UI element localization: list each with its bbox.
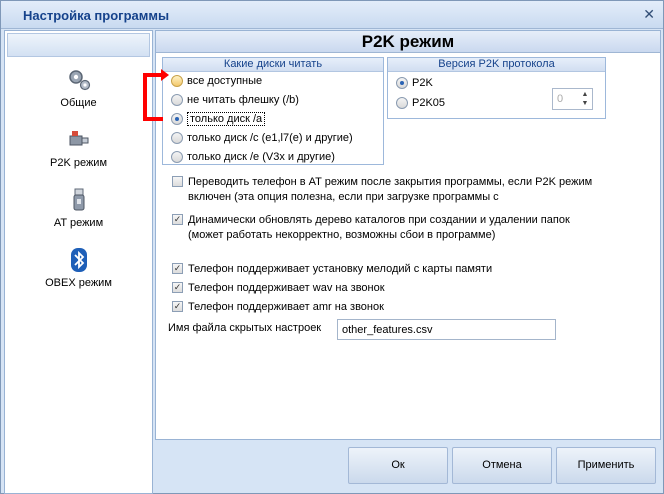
- checkbox-label: Переводить телефон в AT режим после закр…: [188, 176, 593, 203]
- sidebar-item-p2k[interactable]: P2K режим: [5, 127, 152, 183]
- radio-label: не читать флешку (/b): [187, 94, 299, 107]
- settings-window: Настройка программы ✕ Общие P2K режим AT…: [0, 0, 664, 494]
- radio-disk-a[interactable]: только диск /a: [171, 112, 266, 129]
- radio-all-disks[interactable]: все доступные: [171, 75, 262, 91]
- page-title: P2K режим: [156, 31, 660, 53]
- radio-label: P2K05: [412, 97, 446, 110]
- checkbox-label: Телефон поддерживает wav на звонок: [188, 282, 385, 294]
- settings-panel: P2K режим Какие диски читать все доступн…: [155, 30, 661, 440]
- window-title: Настройка программы: [23, 8, 170, 23]
- radio-label: только диск /e (V3x и другие): [187, 151, 335, 164]
- protocol-spinner[interactable]: 0 ▲ ▼: [552, 88, 593, 110]
- sidebar-item-label: AT режим: [53, 217, 104, 229]
- sidebar-item-obex[interactable]: OBEX режим: [5, 247, 152, 303]
- radio-label: все доступные: [187, 75, 263, 88]
- checkbox-label: Телефон поддерживает amr на звонок: [188, 301, 384, 313]
- group-title: Версия P2K протокола: [388, 58, 605, 72]
- ok-button[interactable]: Ок: [348, 447, 448, 484]
- sidebar-item-label: P2K режим: [49, 157, 108, 169]
- radio-label: только диск /c (e1,l7(e) и другие): [187, 132, 353, 145]
- sidebar-header: [7, 33, 150, 57]
- gears-icon: [68, 70, 90, 91]
- radio-p2k05[interactable]: P2K05: [396, 97, 445, 113]
- radio-disk-c[interactable]: только диск /c (e1,l7(e) и другие): [171, 132, 353, 148]
- radio-button[interactable]: [396, 97, 408, 110]
- protocol-version-group: Версия P2K протокола P2K P2K05 0 ▲ ▼: [387, 57, 606, 119]
- checkbox-label: Телефон поддерживает установку мелодий с…: [188, 263, 493, 275]
- apply-button[interactable]: Применить: [556, 447, 656, 484]
- cancel-button[interactable]: Отмена: [452, 447, 552, 484]
- radio-button[interactable]: [171, 75, 183, 88]
- radio-label: только диск /a: [187, 112, 266, 127]
- checkbox[interactable]: ✓: [172, 263, 183, 274]
- button-bar: Ок Отмена Применить: [155, 442, 661, 494]
- radio-label: P2K: [412, 77, 433, 90]
- radio-button[interactable]: [171, 132, 183, 145]
- radio-button[interactable]: [396, 77, 408, 90]
- checkbox[interactable]: ✓: [172, 282, 183, 293]
- checkbox[interactable]: ✓: [172, 214, 183, 225]
- bluetooth-icon: [70, 248, 87, 272]
- checkbox[interactable]: [172, 176, 183, 187]
- checkbox-label: Динамически обновлять дерево каталогов п…: [188, 214, 570, 241]
- checkbox[interactable]: ✓: [172, 301, 183, 312]
- hidden-settings-label: Имя файла скрытых настроек: [168, 322, 322, 334]
- radio-no-flash[interactable]: не читать флешку (/b): [171, 94, 299, 110]
- title-bar: Настройка программы ✕: [1, 1, 663, 29]
- usb-stick-icon: [73, 188, 84, 211]
- sidebar-item-at[interactable]: AT режим: [5, 187, 152, 243]
- radio-button[interactable]: [171, 94, 183, 107]
- spin-up-icon[interactable]: ▲: [579, 90, 591, 99]
- spinner-buttons[interactable]: ▲ ▼: [579, 90, 591, 108]
- connector-icon: [69, 131, 88, 146]
- radio-button[interactable]: [171, 151, 183, 164]
- annotation-arrow: [143, 69, 169, 121]
- close-icon[interactable]: ✕: [643, 7, 655, 21]
- radio-disk-e[interactable]: только диск /e (V3x и другие): [171, 151, 335, 167]
- spin-down-icon[interactable]: ▼: [579, 99, 591, 108]
- sidebar-item-label: Общие: [60, 97, 97, 109]
- sidebar-item-general[interactable]: Общие: [5, 67, 152, 123]
- group-title: Какие диски читать: [163, 58, 383, 72]
- radio-button[interactable]: [171, 113, 183, 126]
- sidebar-item-label: OBEX режим: [45, 277, 112, 289]
- hidden-settings-input[interactable]: [337, 319, 556, 340]
- spinner-value: 0: [557, 93, 564, 105]
- radio-p2k[interactable]: P2K: [396, 77, 433, 93]
- sidebar: Общие P2K режим AT режим OBEX режим: [4, 30, 153, 494]
- disk-selection-group: Какие диски читать все доступные не чита…: [162, 57, 384, 165]
